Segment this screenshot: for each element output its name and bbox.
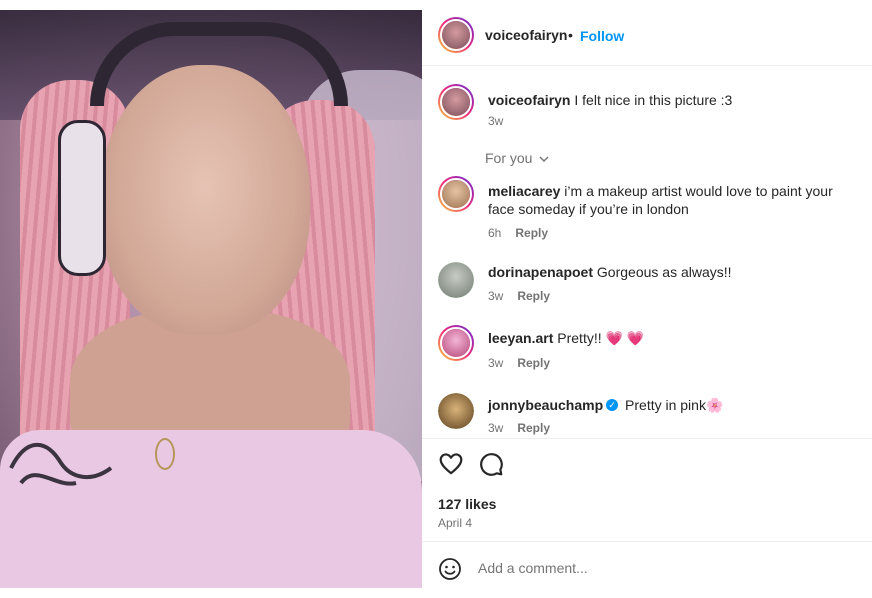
separator-dot: • [568,27,573,43]
for-you-label: For you [485,150,533,166]
likes-count[interactable]: 127 likes [438,496,496,512]
post-actions: 127 likes April 4 [422,438,872,541]
comment-meta: 3w Reply [488,421,550,435]
comment-avatar[interactable] [438,393,474,429]
for-you-filter[interactable]: For you [485,150,550,166]
add-comment-input[interactable] [478,560,838,576]
comment-text-block: dorinapenapoet Gorgeous as always!! [488,263,858,281]
comments-section[interactable]: voiceofairyn I felt nice in this picture… [422,66,872,438]
comment-icon[interactable] [478,451,504,477]
comment-username[interactable]: leeyan.art [488,330,553,346]
comment-text: Gorgeous as always!! [596,264,732,280]
post-panel: voiceofairyn • Follow voiceofairyn I fel… [422,0,872,597]
caption-time: 3w [488,114,504,128]
comment-meta: 6h Reply [488,226,548,240]
comment-avatar[interactable] [438,325,474,361]
photo-headband [90,22,348,106]
comment-text-block: jonnybeauchamp ✓ Pretty in pink🌸 [488,396,858,414]
comment-meta: 3w Reply [488,289,550,303]
comment-time: 6h [488,226,502,240]
comment-time: 3w [488,421,504,435]
post-photo[interactable] [0,10,422,588]
emoji-icon[interactable] [438,557,462,581]
photo-headphone [58,120,106,276]
reply-button[interactable]: Reply [517,289,550,303]
verified-badge-icon: ✓ [606,399,619,412]
caption-username[interactable]: voiceofairyn [488,92,570,108]
caption-text-block: voiceofairyn I felt nice in this picture… [488,91,858,109]
add-comment-bar [422,541,872,598]
post-date[interactable]: April 4 [438,516,472,530]
post-header: voiceofairyn • Follow [422,10,872,66]
caption-meta: 3w [488,114,503,128]
heart-icon[interactable] [438,451,464,477]
photo-pendant [155,438,175,470]
comment-text-block: meliacarey i’m a makeup artist would lov… [488,182,858,218]
comment-time: 3w [488,289,504,303]
photo-tattoo [9,442,113,486]
follow-button[interactable]: Follow [580,28,624,44]
comment-avatar[interactable] [438,262,474,298]
comment-username[interactable]: jonnybeauchamp [488,397,603,413]
caption-avatar[interactable] [438,84,474,120]
reply-button[interactable]: Reply [517,421,550,435]
comment-username[interactable]: meliacarey [488,183,560,199]
comment-text-block: leeyan.art Pretty!! 💗 💗 [488,329,858,347]
comment-text: Pretty!! 💗 💗 [557,330,645,346]
author-avatar[interactable] [438,17,474,53]
chevron-down-icon [539,156,549,163]
comment-time: 3w [488,356,504,370]
reply-button[interactable]: Reply [515,226,548,240]
comment-username[interactable]: dorinapenapoet [488,264,593,280]
comment-text: Pretty in pink🌸 [625,397,724,413]
reply-button[interactable]: Reply [517,356,550,370]
author-username[interactable]: voiceofairyn [485,27,567,43]
caption-text: I felt nice in this picture :3 [574,92,733,108]
comment-avatar[interactable] [438,176,474,212]
comment-meta: 3w Reply [488,356,550,370]
